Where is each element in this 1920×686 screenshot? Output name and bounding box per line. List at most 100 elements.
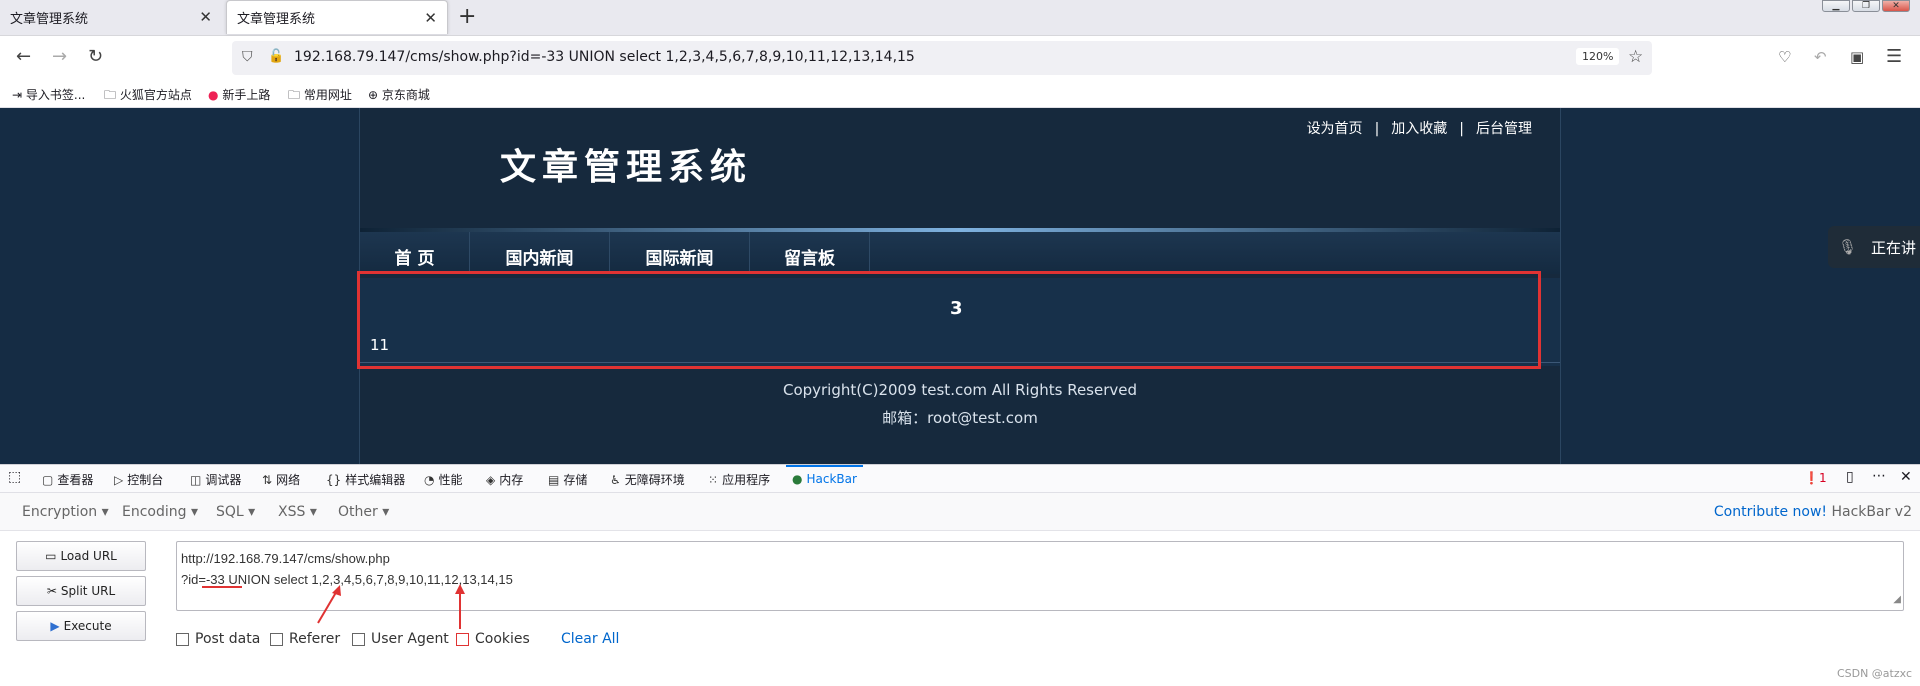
minimize-window-button[interactable]: ▁ xyxy=(1822,0,1850,12)
devtools-tab-debugger[interactable]: ◫ 调试器 xyxy=(190,471,241,488)
checkbox-box[interactable] xyxy=(176,632,189,646)
bookmark-star-icon[interactable]: ☆ xyxy=(1628,47,1643,67)
clear-all-link[interactable]: Clear All xyxy=(561,631,619,647)
xss-menu[interactable]: XSS ▾ xyxy=(278,504,317,520)
cookies-checkbox[interactable]: Cookies xyxy=(456,631,530,647)
load-url-icon: ▭ xyxy=(45,549,57,563)
close-tab-icon[interactable]: ✕ xyxy=(424,9,437,27)
menu-label: Encoding xyxy=(122,504,187,520)
devtools-tab-accessibility[interactable]: ♿ 无障碍环境 xyxy=(610,471,685,488)
dropdown-arrow-icon: ▾ xyxy=(382,504,390,520)
bookmark-label: 常用网址 xyxy=(303,88,352,102)
accessibility-icon: ♿ xyxy=(610,473,621,487)
bookmark-common-sites[interactable]: 🗀 常用网址 xyxy=(288,86,352,107)
forward-icon[interactable]: → xyxy=(52,46,67,68)
zoom-level-badge[interactable]: 120% xyxy=(1576,48,1620,65)
pocket-icon[interactable]: ♡ xyxy=(1778,46,1791,68)
voice-label: 正在讲 xyxy=(1871,238,1917,257)
hackbar-version: HackBar v2 xyxy=(1831,504,1913,520)
link-separator: | xyxy=(1374,121,1380,137)
devtools-tab-console[interactable]: ▷ 控制台 xyxy=(114,471,163,488)
bookmark-import[interactable]: ⇥ 导入书签... xyxy=(12,86,85,103)
pick-element-icon[interactable]: ⬚ xyxy=(8,469,21,485)
copyright-text: Copyright(C)2009 test.com All Rights Res… xyxy=(782,381,1138,399)
tab-label: 控制台 xyxy=(127,473,164,487)
tab-label: 性能 xyxy=(438,473,463,487)
tab-label: 内存 xyxy=(499,473,524,487)
devtools-tab-application[interactable]: ⁙ 应用程序 xyxy=(708,471,770,488)
close-window-button[interactable]: ✕ xyxy=(1882,0,1910,12)
sql-menu[interactable]: SQL ▾ xyxy=(216,504,255,520)
split-url-button[interactable]: ✂ Split URL xyxy=(16,576,146,606)
devtools-tab-inspector[interactable]: ▢ 查看器 xyxy=(42,471,93,488)
voice-indicator[interactable]: 🎙 正在讲 xyxy=(1828,226,1920,268)
highlight-annotation-box xyxy=(357,271,1541,369)
resize-handle-icon[interactable]: ◢ xyxy=(1893,589,1901,610)
dock-icon[interactable]: ▯ xyxy=(1846,469,1854,485)
bookmark-label: 京东商城 xyxy=(381,88,430,102)
screen-icon[interactable]: ▣ xyxy=(1850,46,1864,68)
error-count[interactable]: ❗1 xyxy=(1804,471,1827,485)
hackbar-url-textarea[interactable]: http://192.168.79.147/cms/show.php ?id=-… xyxy=(176,541,1904,611)
referer-checkbox[interactable]: Referer xyxy=(270,631,340,647)
menu-home[interactable]: 首 页 xyxy=(360,232,470,274)
load-url-button[interactable]: ▭ Load URL xyxy=(16,541,146,571)
menu-label: XSS xyxy=(278,504,306,520)
site-footer: Copyright(C)2009 test.com All Rights Res… xyxy=(360,376,1560,432)
back-icon[interactable]: ← xyxy=(16,46,31,68)
checkbox-box[interactable] xyxy=(352,632,365,646)
encoding-menu[interactable]: Encoding ▾ xyxy=(122,504,198,520)
menu-message-board[interactable]: 留言板 xyxy=(750,232,870,274)
insecure-lock-icon[interactable]: 🔓 xyxy=(268,49,284,64)
bookmark-getting-started[interactable]: ● 新手上路 xyxy=(208,86,270,103)
devtools-tab-style-editor[interactable]: {} 样式编辑器 xyxy=(326,471,405,488)
address-bar[interactable]: ⛉ 🔓 192.168.79.147/cms/show.php?id=-33 U… xyxy=(232,41,1652,75)
set-homepage-link[interactable]: 设为首页 xyxy=(1307,121,1363,137)
undo-icon[interactable]: ↶ xyxy=(1814,46,1827,68)
bookmark-firefox-site[interactable]: 🗀 火狐官方站点 xyxy=(104,86,192,107)
bookmarks-toolbar: ⇥ 导入书签... 🗀 火狐官方站点 ● 新手上路 🗀 常用网址 ⊕ 京东商城 xyxy=(0,80,1920,108)
menu-international-news[interactable]: 国际新闻 xyxy=(610,232,750,274)
checkbox-box[interactable] xyxy=(270,632,283,646)
close-devtools-icon[interactable]: ✕ xyxy=(1900,469,1912,485)
new-tab-button[interactable]: + xyxy=(458,4,476,30)
bookmark-label: 火狐官方站点 xyxy=(119,88,192,102)
checkbox-box[interactable] xyxy=(456,632,469,646)
execute-button[interactable]: ▶ Execute xyxy=(16,611,146,641)
link-separator: | xyxy=(1459,121,1464,137)
devtools-tab-hackbar[interactable]: ● HackBar xyxy=(786,465,863,493)
site-menu: 首 页 国内新闻 国际新闻 留言板 xyxy=(360,232,1560,274)
bookmark-jd[interactable]: ⊕ 京东商城 xyxy=(368,86,430,103)
contribute-link[interactable]: Contribute now! xyxy=(1714,504,1827,520)
email-text: 邮箱：root@test.com xyxy=(882,409,1038,427)
browser-tab[interactable]: 文章管理系统 ✕ xyxy=(0,0,222,34)
watermark-text: CSDN @atzxc xyxy=(1836,667,1912,680)
hackbar-menu: Encryption ▾ Encoding ▾ SQL ▾ XSS ▾ Othe… xyxy=(0,493,1920,531)
url-text[interactable]: 192.168.79.147/cms/show.php?id=-33 UNION… xyxy=(294,49,915,65)
devtools-tab-memory[interactable]: ◈ 内存 xyxy=(486,471,523,488)
menu-domestic-news[interactable]: 国内新闻 xyxy=(470,232,610,274)
devtools-tab-network[interactable]: ⇅ 网络 xyxy=(262,471,300,488)
user-agent-checkbox[interactable]: User Agent xyxy=(352,631,449,647)
devtools-tab-performance[interactable]: ◔ 性能 xyxy=(424,471,463,488)
browser-tab-active[interactable]: 文章管理系统 ✕ xyxy=(226,0,448,34)
checkbox-label: Referer xyxy=(289,631,341,647)
add-favorite-link[interactable]: 加入收藏 xyxy=(1391,121,1447,137)
site-logo: 文章管理系统 xyxy=(500,146,753,188)
reload-icon[interactable]: ↻ xyxy=(88,46,103,68)
checkbox-label: User Agent xyxy=(371,631,449,647)
more-options-icon[interactable]: ⋯ xyxy=(1872,468,1886,484)
tab-title: 文章管理系统 xyxy=(237,12,316,27)
menu-icon[interactable]: ☰ xyxy=(1886,46,1902,68)
post-data-checkbox[interactable]: Post data xyxy=(176,631,260,647)
shield-icon[interactable]: ⛉ xyxy=(242,49,253,65)
admin-link[interactable]: 后台管理 xyxy=(1476,121,1532,137)
devtools-tab-storage[interactable]: ▤ 存储 xyxy=(548,471,587,488)
encryption-menu[interactable]: Encryption ▾ xyxy=(22,504,109,520)
restore-window-button[interactable]: ❐ xyxy=(1852,0,1880,12)
dropdown-arrow-icon: ▾ xyxy=(248,504,256,520)
close-tab-icon[interactable]: ✕ xyxy=(199,8,212,26)
other-menu[interactable]: Other ▾ xyxy=(338,504,389,520)
menu-label: SQL xyxy=(216,504,244,520)
red-arrow-annotation xyxy=(317,585,341,624)
